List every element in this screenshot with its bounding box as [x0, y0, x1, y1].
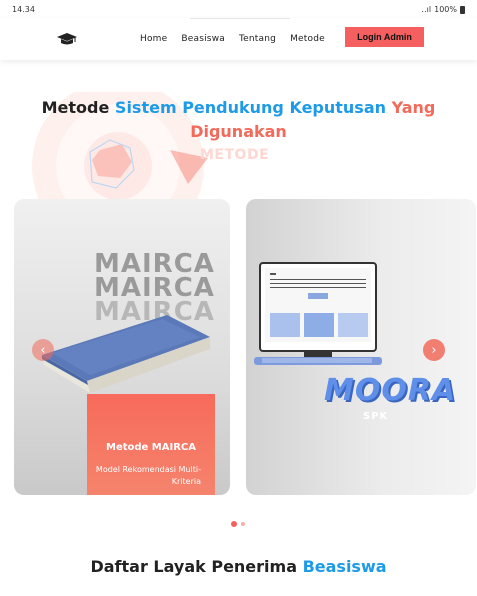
navbar-top-line	[190, 18, 290, 19]
nav-home[interactable]: Home	[140, 34, 167, 44]
book-icon	[42, 315, 210, 393]
hero-title-part4: Digunakan	[190, 122, 287, 141]
battery-level: 100%	[434, 5, 457, 14]
nav-links: Home Beasiswa Tentang Metode	[140, 34, 325, 44]
hero-title-part2: Sistem Pendukung Keputusan	[114, 98, 387, 117]
moora-spk: SPK	[363, 411, 389, 422]
chevron-right-icon: ›	[431, 342, 437, 358]
chevron-left-icon: ‹	[40, 342, 46, 358]
moora-logo: MOORA	[324, 373, 457, 408]
signal-icon: ‥ıl	[421, 5, 432, 14]
nav-metode[interactable]: Metode	[290, 34, 325, 44]
mairca-card-description: Model Rekomendasi Multi-Kriteria	[95, 465, 201, 486]
carousel-dot-2[interactable]	[241, 522, 245, 526]
status-right: ‥ıl 100%	[421, 5, 465, 14]
mairca-overlay: Metode MAIRCA Model Rekomendasi Multi-Kr…	[87, 394, 215, 495]
nav-beasiswa[interactable]: Beasiswa	[181, 34, 225, 44]
section-title: Daftar Layak Penerima Beasiswa	[0, 557, 477, 576]
mairca-card-title: Metode MAIRCA	[106, 442, 196, 453]
carousel-next-button[interactable]: ›	[423, 339, 445, 361]
status-bar: 14.34 ‥ıl 100%	[0, 0, 477, 18]
carousel-dot-1[interactable]	[231, 521, 237, 527]
battery-icon	[460, 5, 465, 14]
hero-title-part3: Yang	[391, 98, 436, 117]
login-admin-button[interactable]: Login Admin	[345, 27, 424, 47]
section-title-part2: Beasiswa	[302, 557, 387, 576]
status-time: 14.34	[12, 5, 35, 14]
nav-tentang[interactable]: Tentang	[239, 34, 276, 44]
graduation-cap-icon[interactable]	[56, 32, 78, 46]
hero-title-part1: Metode	[41, 98, 110, 117]
carousel-prev-button[interactable]: ‹	[32, 339, 54, 361]
hero-title: Metode Sistem Pendukung Keputusan Yang D…	[0, 96, 477, 144]
laptop-icon	[254, 262, 382, 365]
section-title-part1: Daftar Layak Penerima	[90, 557, 297, 576]
carousel-indicators	[231, 521, 245, 527]
hero-subtitle: METODE	[200, 147, 270, 163]
navbar: Home Beasiswa Tentang Metode Login Admin	[0, 18, 477, 60]
